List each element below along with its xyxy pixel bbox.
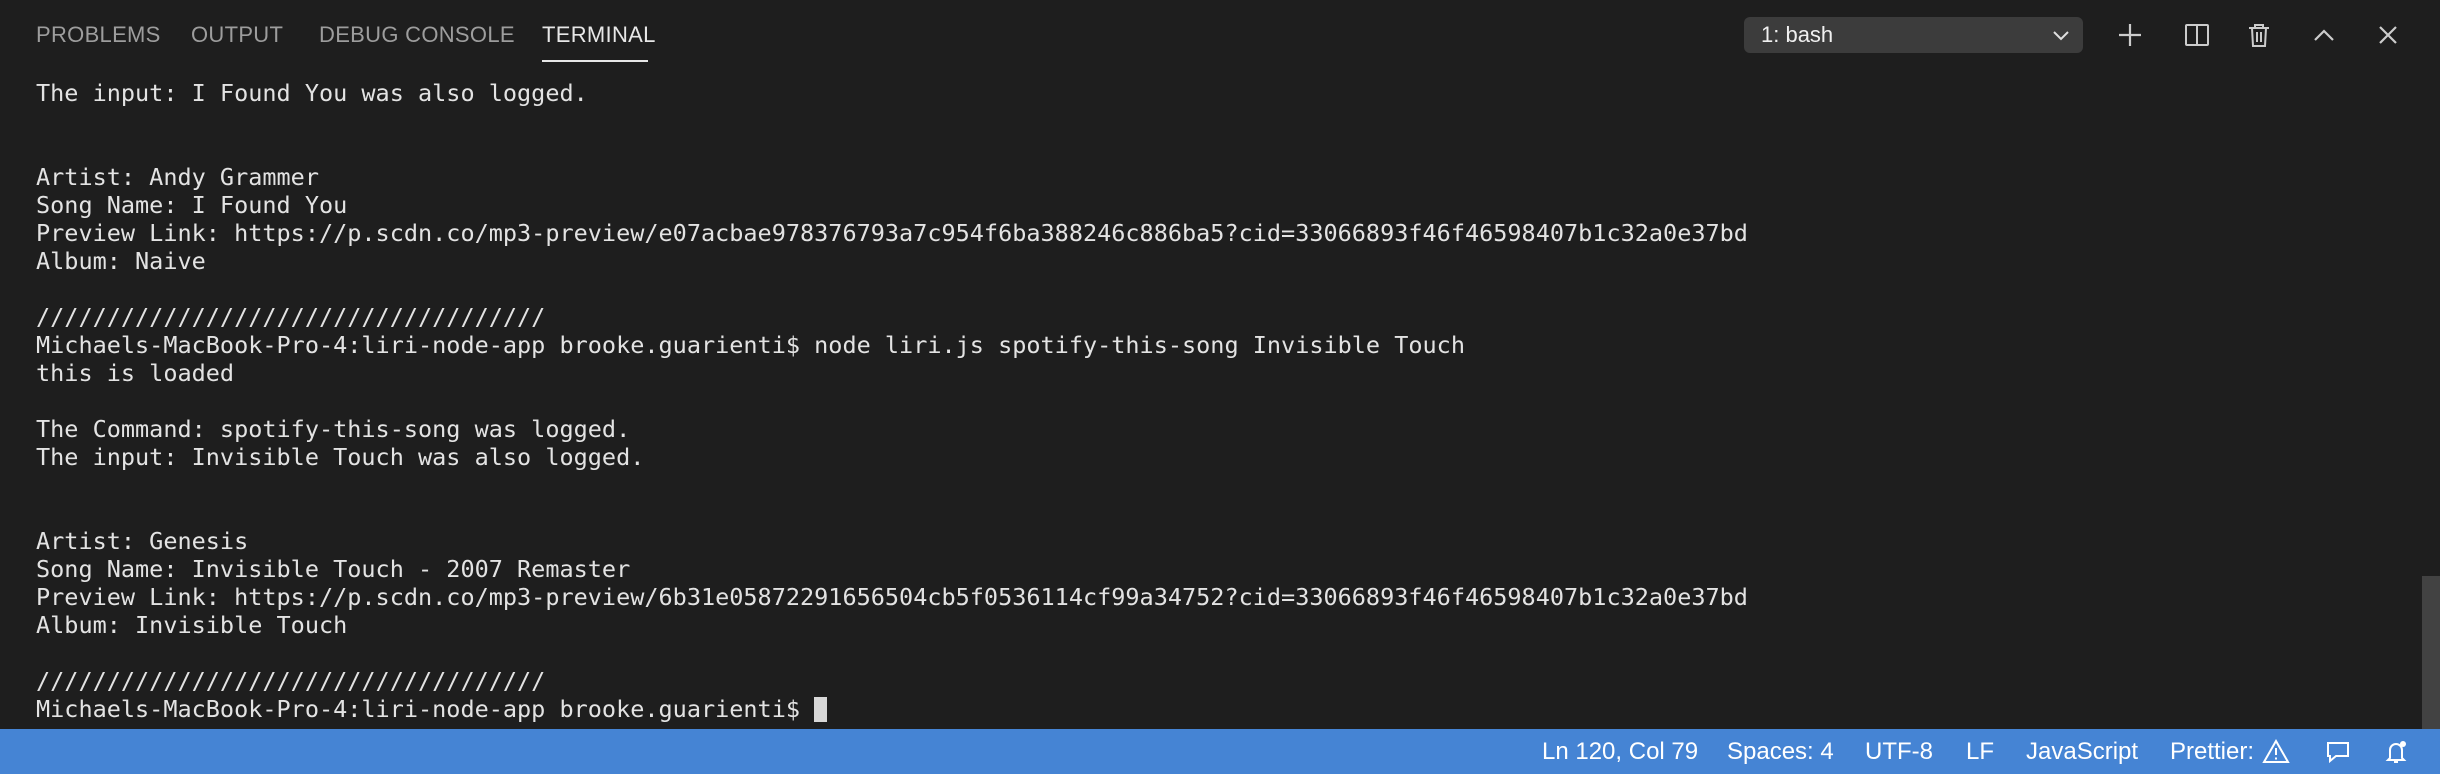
terminal-line: Album: Naive — [36, 247, 206, 275]
language-mode[interactable]: JavaScript — [2026, 738, 2138, 766]
active-tab-indicator — [542, 60, 648, 62]
panel-tab-bar: PROBLEMS OUTPUT DEBUG CONSOLE TERMINAL 1… — [0, 0, 2440, 70]
tab-problems[interactable]: PROBLEMS — [36, 22, 161, 48]
terminal-selector-dropdown[interactable]: 1: bash — [1744, 17, 2083, 53]
chevron-up-icon — [2314, 29, 2334, 41]
cursor-position[interactable]: Ln 120, Col 79 — [1542, 738, 1698, 766]
close-panel-button[interactable] — [2370, 17, 2406, 53]
tab-output[interactable]: OUTPUT — [191, 22, 283, 48]
file-encoding[interactable]: UTF-8 — [1865, 738, 1933, 766]
terminal-line: The input: I Found You was also logged. — [36, 79, 588, 107]
terminal-line: //////////////////////////////////// — [36, 667, 546, 695]
tab-terminal[interactable]: TERMINAL — [542, 22, 656, 48]
terminal-line: Album: Invisible Touch — [36, 611, 348, 639]
chevron-down-icon — [2053, 31, 2069, 41]
close-icon — [2379, 26, 2397, 44]
terminal-line: Artist: Genesis — [36, 527, 249, 555]
split-icon — [2185, 24, 2209, 46]
plus-icon — [2119, 24, 2141, 46]
indentation-setting[interactable]: Spaces: 4 — [1727, 738, 1834, 766]
terminal-prompt-line[interactable]: Michaels-MacBook-Pro-4:liri-node-app bro… — [36, 695, 2376, 723]
tab-debug-console[interactable]: DEBUG CONSOLE — [319, 22, 515, 48]
terminal-line: Preview Link: https://p.scdn.co/mp3-prev… — [36, 583, 1748, 611]
prettier-status[interactable]: Prettier: — [2170, 738, 2254, 766]
kill-terminal-button[interactable] — [2241, 17, 2277, 53]
terminal-output[interactable]: The input: I Found You was also logged. A… — [36, 79, 2376, 725]
feedback-icon[interactable] — [2324, 738, 2352, 766]
terminal-selector-value: 1: bash — [1761, 22, 1834, 47]
status-bar: Ln 120, Col 79 Spaces: 4 UTF-8 LF JavaSc… — [0, 729, 2440, 774]
notifications-bell-icon[interactable] — [2382, 738, 2410, 766]
terminal-line: The Command: spotify-this-song was logge… — [36, 415, 631, 443]
terminal-line: Michaels-MacBook-Pro-4:liri-node-app bro… — [36, 331, 1465, 359]
terminal-line: Artist: Andy Grammer — [36, 163, 319, 191]
split-terminal-button[interactable] — [2179, 17, 2215, 53]
new-terminal-button[interactable] — [2112, 17, 2148, 53]
warning-icon — [2262, 738, 2290, 763]
terminal-line: Song Name: Invisible Touch - 2007 Remast… — [36, 555, 631, 583]
end-of-line[interactable]: LF — [1966, 738, 1994, 766]
terminal-panel: PROBLEMS OUTPUT DEBUG CONSOLE TERMINAL 1… — [0, 0, 2440, 729]
trash-icon — [2249, 24, 2269, 47]
terminal-line: //////////////////////////////////// — [36, 303, 546, 331]
maximize-panel-button[interactable] — [2306, 17, 2342, 53]
terminal-line: The input: Invisible Touch was also logg… — [36, 443, 645, 471]
terminal-line: Song Name: I Found You — [36, 191, 348, 219]
terminal-cursor — [814, 696, 828, 722]
terminal-scrollbar-thumb[interactable] — [2422, 576, 2440, 729]
terminal-line: Preview Link: https://p.scdn.co/mp3-prev… — [36, 219, 1748, 247]
terminal-line: this is loaded — [36, 359, 235, 387]
terminal-prompt: Michaels-MacBook-Pro-4:liri-node-app bro… — [36, 695, 801, 723]
